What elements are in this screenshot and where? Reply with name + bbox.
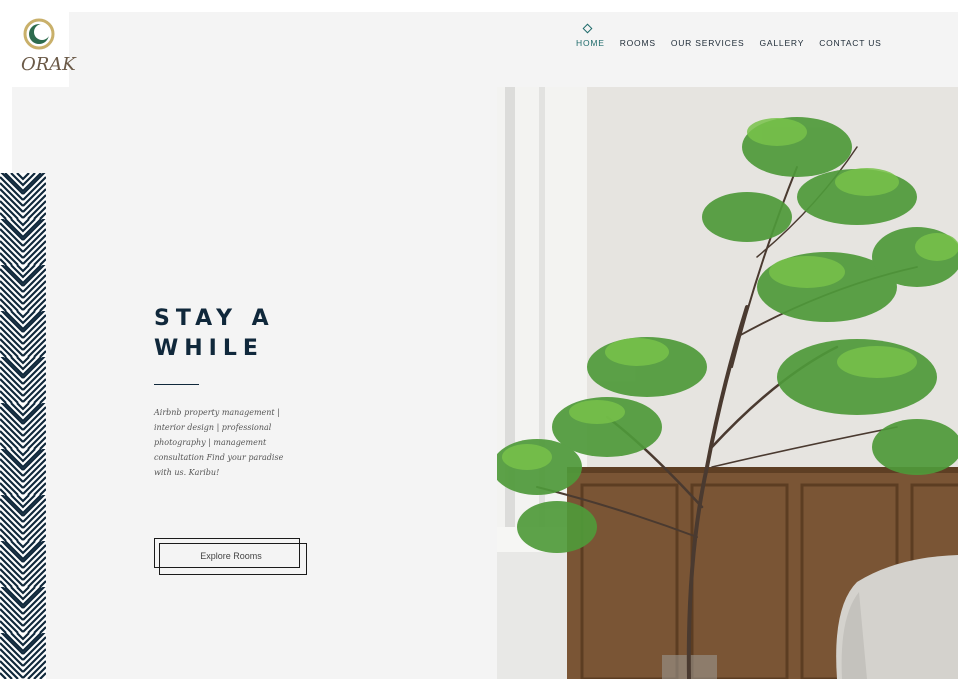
decorative-pattern-strip bbox=[0, 173, 46, 679]
plant-room-photo bbox=[497, 87, 958, 679]
nav-home[interactable]: HOME bbox=[576, 38, 605, 48]
hero-description: Airbnb property management | interior de… bbox=[154, 408, 284, 477]
hero-divider bbox=[154, 384, 199, 385]
crescent-logo-icon bbox=[23, 18, 55, 50]
nav-contact-us[interactable]: CONTACT US bbox=[819, 38, 881, 48]
nav-our-services[interactable]: OUR SERVICES bbox=[671, 38, 745, 48]
logo[interactable]: ORAK bbox=[12, 12, 76, 87]
hero-title-line-1: STAY A bbox=[154, 306, 275, 331]
nav-rooms[interactable]: ROOMS bbox=[620, 38, 656, 48]
hero-title-line-2: WHILE bbox=[154, 336, 264, 361]
nav-gallery[interactable]: GALLERY bbox=[760, 38, 805, 48]
explore-rooms-button-wrap: Explore Rooms bbox=[154, 538, 307, 575]
hero-image bbox=[497, 87, 958, 679]
hero-title: STAY A WHILE bbox=[154, 304, 314, 364]
explore-rooms-button[interactable]: Explore Rooms bbox=[154, 538, 300, 568]
logo-text: ORAK bbox=[21, 54, 76, 75]
main-nav: HOME ROOMS OUR SERVICES GALLERY CONTACT … bbox=[576, 38, 897, 48]
